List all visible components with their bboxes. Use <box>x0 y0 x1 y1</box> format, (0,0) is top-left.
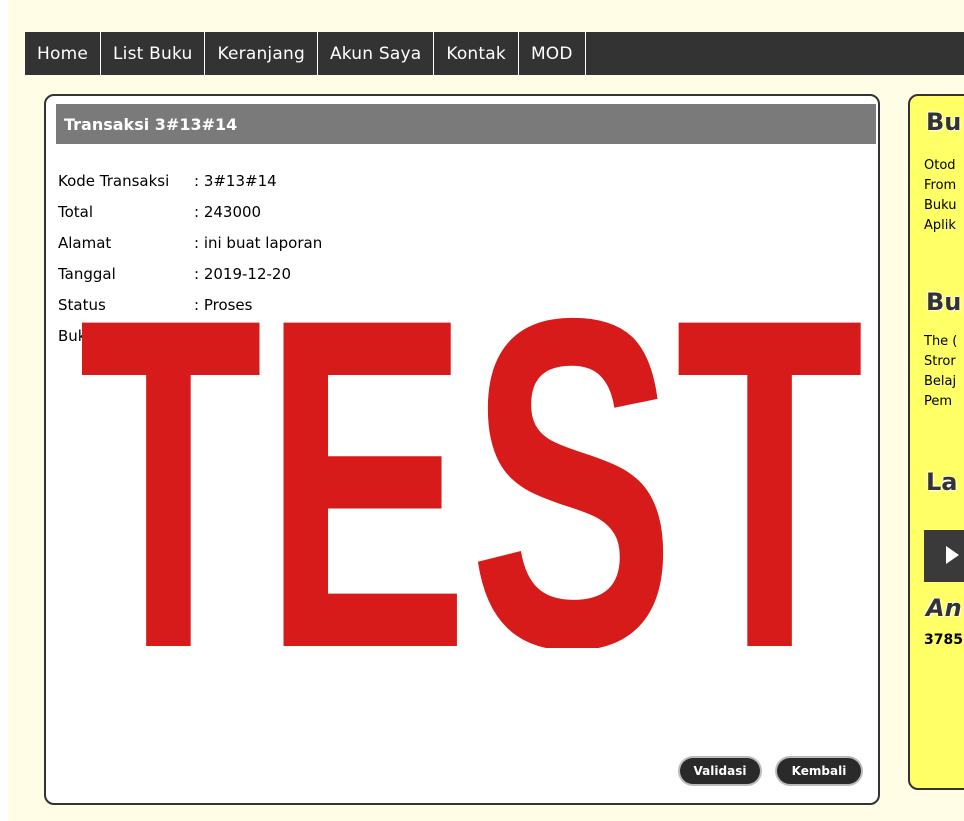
nav-akun-saya[interactable]: Akun Saya <box>318 32 435 75</box>
sidebar-link[interactable]: Pem <box>924 392 957 412</box>
sidebar-counter: 3785 <box>924 632 963 648</box>
detail-value: : 3#13#14 <box>194 172 277 190</box>
detail-value: : 243000 <box>194 203 262 221</box>
proof-text: TEST <box>82 258 864 648</box>
sidebar-link[interactable]: From <box>924 176 957 196</box>
detail-row-alamat: Alamat : ini buat laporan <box>58 228 322 259</box>
transaction-title: Transaksi 3#13#14 <box>56 104 876 144</box>
right-sidebar: Bu Otod From Buku Aplik Bu The ( Stror B… <box>908 94 964 790</box>
detail-label: Kode Transaksi <box>58 172 170 190</box>
kembali-button[interactable]: Kembali <box>777 758 861 784</box>
detail-label: Alamat <box>58 234 112 252</box>
sidebar-link[interactable]: Aplik <box>924 216 957 236</box>
sidebar-list-1: Otod From Buku Aplik <box>924 156 957 236</box>
sidebar-section-title: La <box>926 468 958 496</box>
sidebar-link[interactable]: Otod <box>924 156 957 176</box>
validasi-button[interactable]: Validasi <box>680 758 760 784</box>
sidebar-section-title: Bu <box>926 108 962 136</box>
nav-kontak[interactable]: Kontak <box>434 32 519 75</box>
play-icon[interactable] <box>946 546 959 564</box>
detail-row-total: Total : 243000 <box>58 197 322 228</box>
detail-value: : ini buat laporan <box>194 234 323 252</box>
page-edge <box>0 0 8 821</box>
main-navbar: Home List Buku Keranjang Akun Saya Konta… <box>25 32 964 75</box>
nav-mod[interactable]: MOD <box>519 32 586 75</box>
detail-row-kode: Kode Transaksi : 3#13#14 <box>58 166 322 197</box>
transaction-proof-image: TEST <box>82 258 864 648</box>
sidebar-link[interactable]: Stror <box>924 352 957 372</box>
sidebar-link[interactable]: Buku <box>924 196 957 216</box>
nav-list-buku[interactable]: List Buku <box>101 32 206 75</box>
detail-label: Total <box>58 203 94 221</box>
sidebar-section-title: An <box>926 594 962 622</box>
nav-home[interactable]: Home <box>25 32 102 75</box>
sidebar-list-2: The ( Stror Belaj Pem <box>924 332 957 412</box>
nav-keranjang[interactable]: Keranjang <box>205 32 318 75</box>
sidebar-section-title: Bu <box>926 288 962 316</box>
sidebar-link[interactable]: The ( <box>924 332 957 352</box>
media-player[interactable] <box>924 530 964 582</box>
sidebar-link[interactable]: Belaj <box>924 372 957 392</box>
